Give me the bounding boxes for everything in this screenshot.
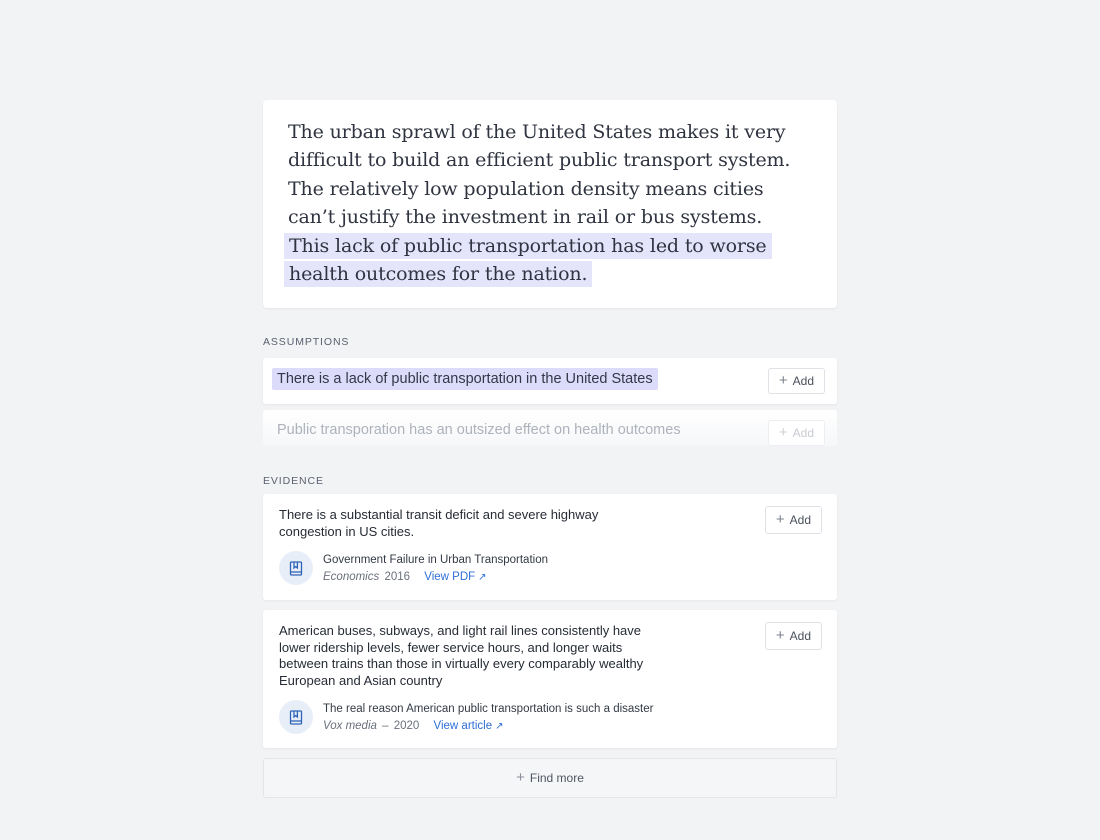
source-title: The real reason American public transpor… [323, 702, 654, 715]
passage-card: The urban sprawl of the United States ma… [263, 100, 837, 308]
evidence-heading: EVIDENCE [263, 475, 324, 487]
passage-highlighted-claim[interactable]: This lack of public transportation has l… [284, 232, 772, 288]
plus-icon: + [516, 769, 525, 786]
assumption-item[interactable]: Public transporation has an outsized eff… [263, 410, 837, 446]
view-article-link[interactable]: View article ↗ [434, 720, 504, 732]
find-more-label: Find more [529, 771, 584, 785]
add-button-label: Add [789, 513, 811, 527]
find-more-button[interactable]: + Find more [263, 758, 837, 798]
view-link-label: View article [433, 719, 493, 732]
add-evidence-button[interactable]: + Add [764, 506, 822, 534]
add-evidence-button[interactable]: + Add [764, 622, 822, 650]
external-arrow-icon: ↗ [478, 571, 487, 583]
add-button-label: Add [789, 629, 811, 643]
book-bookmark-icon [279, 700, 313, 734]
evidence-quote: American buses, subways, and light rail … [279, 623, 644, 689]
evidence-card: American buses, subways, and light rail … [263, 610, 837, 748]
meta-separator: – [382, 719, 389, 732]
view-link-label: View PDF [424, 570, 476, 583]
plus-icon: + [778, 424, 788, 441]
argument-column: The urban sprawl of the United States ma… [263, 100, 837, 798]
source-meta: Vox media – 2020 View article ↗ [323, 720, 653, 732]
evidence-source: Government Failure in Urban Transportati… [279, 551, 548, 585]
add-assumption-button[interactable]: + Add [767, 368, 825, 394]
evidence-card: There is a substantial transit deficit a… [263, 494, 837, 600]
evidence-quote: There is a substantial transit deficit a… [279, 507, 599, 539]
add-button-label: Add [792, 426, 814, 440]
source-title: Government Failure in Urban Transportati… [323, 553, 548, 566]
plus-icon: + [778, 372, 788, 389]
assumptions-heading: ASSUMPTIONS [263, 336, 350, 348]
assumption-item[interactable]: There is a lack of public transportation… [263, 358, 837, 404]
source-meta: Economics 2016 View PDF ↗ [323, 571, 548, 583]
add-assumption-button[interactable]: + Add [767, 420, 825, 446]
book-bookmark-icon [279, 551, 313, 585]
view-pdf-link[interactable]: View PDF ↗ [424, 571, 486, 583]
source-year: 2020 [393, 719, 420, 732]
passage-text: The urban sprawl of the United States ma… [284, 118, 797, 288]
external-arrow-icon: ↗ [495, 720, 504, 732]
passage-plain: The urban sprawl of the United States ma… [288, 121, 791, 229]
source-year: 2016 [384, 570, 411, 583]
add-button-label: Add [792, 374, 814, 388]
assumption-text[interactable]: There is a lack of public transportation… [272, 368, 658, 390]
source-publication: Economics [323, 570, 380, 583]
source-publication: Vox media [323, 719, 377, 732]
evidence-source: The real reason American public transpor… [279, 700, 653, 734]
plus-icon: + [775, 511, 785, 528]
assumption-text[interactable]: Public transporation has an outsized eff… [272, 419, 686, 441]
plus-icon: + [775, 627, 785, 644]
